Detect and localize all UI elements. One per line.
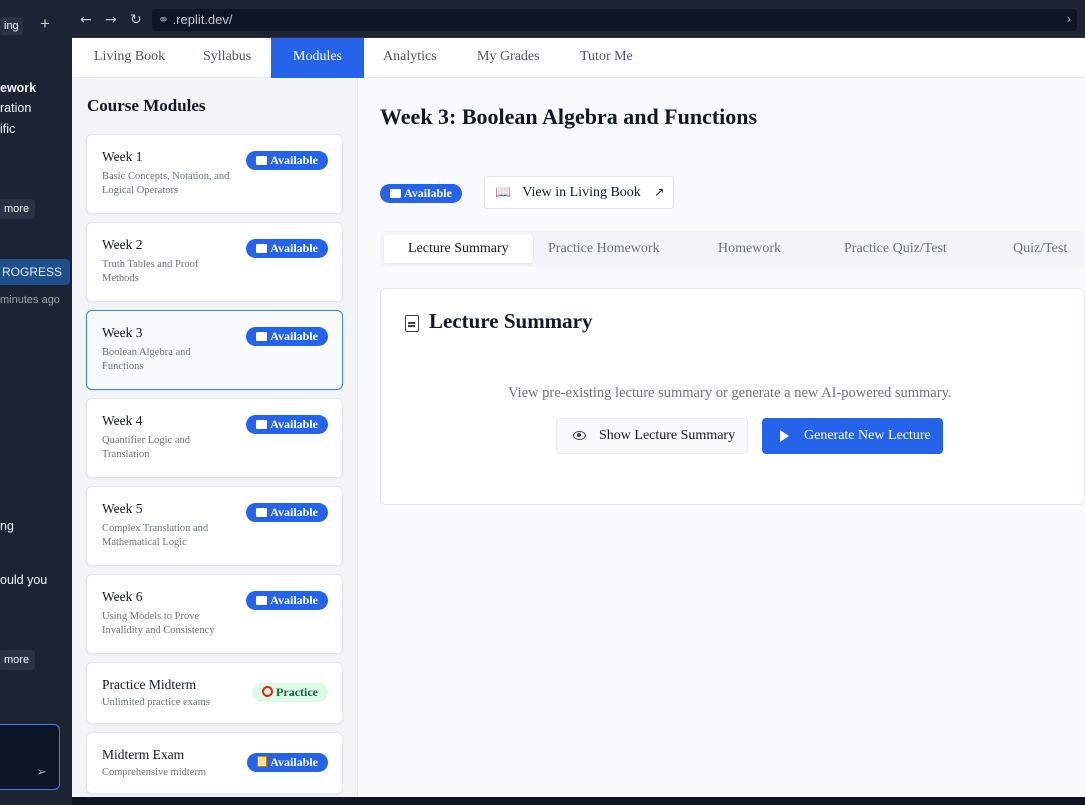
page-title: Week 3: Boolean Algebra and Functions [380,104,758,129]
left-side-panel: ing + ework ration ific more ROGRESS min… [0,0,72,805]
content-tabs: Lecture Summary Practice Homework Homewo… [380,231,1085,267]
memo-icon [257,756,268,767]
arrow-right-icon[interactable]: → [105,12,117,28]
tab-homework[interactable]: Homework [718,235,781,263]
module-card-week-1[interactable]: Week 1 Basic Concepts, Notation, and Log… [86,134,343,214]
module-title: Week 6 [102,589,143,604]
external-link-icon: ↗ [654,185,665,199]
chat-input[interactable] [0,724,60,790]
practice-badge: Practice [252,683,328,702]
book-icon [256,332,268,341]
book-icon [256,596,268,605]
module-card-week-6[interactable]: Week 6 Using Models to Prove Invalidity … [86,574,343,654]
target-icon [262,686,274,697]
module-title: Week 2 [102,237,143,252]
link-icon: ⚭ [158,12,169,27]
browser-toolbar: ← → ↻ ⚭ .replit.dev/ › [72,0,1085,38]
status-badge: Available [246,327,328,346]
view-in-living-book-button[interactable]: 📖 View in Living Book ↗ [484,176,674,209]
url-bar[interactable]: ⚭ .replit.dev/ › [152,9,1077,31]
tab-syllabus[interactable]: Syllabus [181,38,273,78]
book-icon [390,189,401,198]
book-icon [256,156,268,165]
progress-status-badge: ROGRESS [0,259,71,285]
play-icon [780,430,789,442]
module-detail: Week 3: Boolean Algebra and Functions Av… [380,78,1085,797]
tab-practice-homework[interactable]: Practice Homework [548,235,660,263]
module-card-week-3[interactable]: Week 3 Boolean Algebra and Functions Ava… [86,310,343,390]
status-badge: Available [246,151,328,170]
tab-practice-quiz-test[interactable]: Practice Quiz/Test [844,235,947,263]
show-more-button[interactable]: more [0,199,36,219]
module-desc: Quantifier Logic and Translation [102,435,191,460]
chevron-right-icon[interactable]: › [1067,11,1071,26]
tab-my-grades[interactable]: My Grades [455,38,562,78]
bottom-strip [72,797,1085,805]
module-title: Week 4 [102,413,143,428]
panel-text: ould you [0,573,48,587]
module-title: Week 5 [102,501,143,516]
module-title: Midterm Exam [102,747,185,762]
panel-hint: View pre-existing lecture summary or gen… [508,385,952,401]
modules-sidebar: Course Modules Week 1 Basic Concepts, No… [72,78,358,797]
app-window: Living Book Syllabus Modules Analytics M… [72,38,1085,797]
plus-icon[interactable]: + [40,14,50,34]
tab-quiz-test[interactable]: Quiz/Test [1013,235,1067,263]
module-card-week-4[interactable]: Week 4 Quantifier Logic and Translation … [86,398,343,478]
top-nav-tabs: Living Book Syllabus Modules Analytics M… [72,38,1085,78]
eye-icon [573,431,586,440]
tab-modules[interactable]: Modules [271,38,364,78]
panel-text: ng [0,519,14,533]
module-title: Week 1 [102,149,143,164]
tab-analytics[interactable]: Analytics [361,38,459,78]
show-lecture-summary-button[interactable]: Show Lecture Summary [556,418,748,454]
book-icon [256,244,268,253]
panel-tab-label[interactable]: ing [0,17,23,35]
module-desc: Truth Tables and Proof Methods [102,259,199,284]
module-card-practice-midterm[interactable]: Practice Midterm Unlimited practice exam… [86,662,343,724]
module-title: Practice Midterm [102,677,197,692]
tab-tutor-me[interactable]: Tutor Me [558,38,655,78]
status-badge: Available [246,503,328,522]
document-icon [405,315,419,332]
book-icon [256,420,268,429]
status-badge: Available [246,415,328,434]
send-icon[interactable]: ➢ [36,764,47,780]
tab-living-book[interactable]: Living Book [72,38,187,78]
status-badge: Available [247,753,328,772]
module-desc: Using Models to Prove Invalidity and Con… [102,611,215,636]
status-badge: Available [380,184,462,203]
module-title: Week 3 [102,325,143,340]
module-desc: Basic Concepts, Notation, and Logical Op… [102,171,230,196]
book-icon [256,508,268,517]
panel-text: ework [0,81,37,95]
module-card-week-2[interactable]: Week 2 Truth Tables and Proof Methods Av… [86,222,343,302]
book-open-icon: 📖 [495,185,512,200]
panel-text: ration [0,101,32,115]
lecture-summary-panel: Lecture Summary View pre-existing lectur… [380,288,1085,505]
panel-text: ific [0,122,16,136]
panel-heading: Lecture Summary [429,309,593,333]
module-desc: Complex Translation and Mathematical Log… [102,523,209,548]
reload-icon[interactable]: ↻ [130,12,142,28]
sidebar-heading: Course Modules [87,96,206,115]
module-desc: Boolean Algebra and Functions [102,347,191,372]
progress-time: minutes ago [0,294,60,306]
status-badge: Available [246,591,328,610]
tab-lecture-summary[interactable]: Lecture Summary [384,235,533,263]
show-more-button[interactable]: more [0,650,36,670]
arrow-left-icon[interactable]: ← [80,12,92,28]
module-card-midterm-exam[interactable]: Midterm Exam Comprehensive midterm Avail… [86,732,343,794]
module-card-week-5[interactable]: Week 5 Complex Translation and Mathemati… [86,486,343,566]
status-badge: Available [246,239,328,258]
url-text: .replit.dev/ [172,12,233,27]
generate-new-lecture-button[interactable]: Generate New Lecture [762,418,943,454]
